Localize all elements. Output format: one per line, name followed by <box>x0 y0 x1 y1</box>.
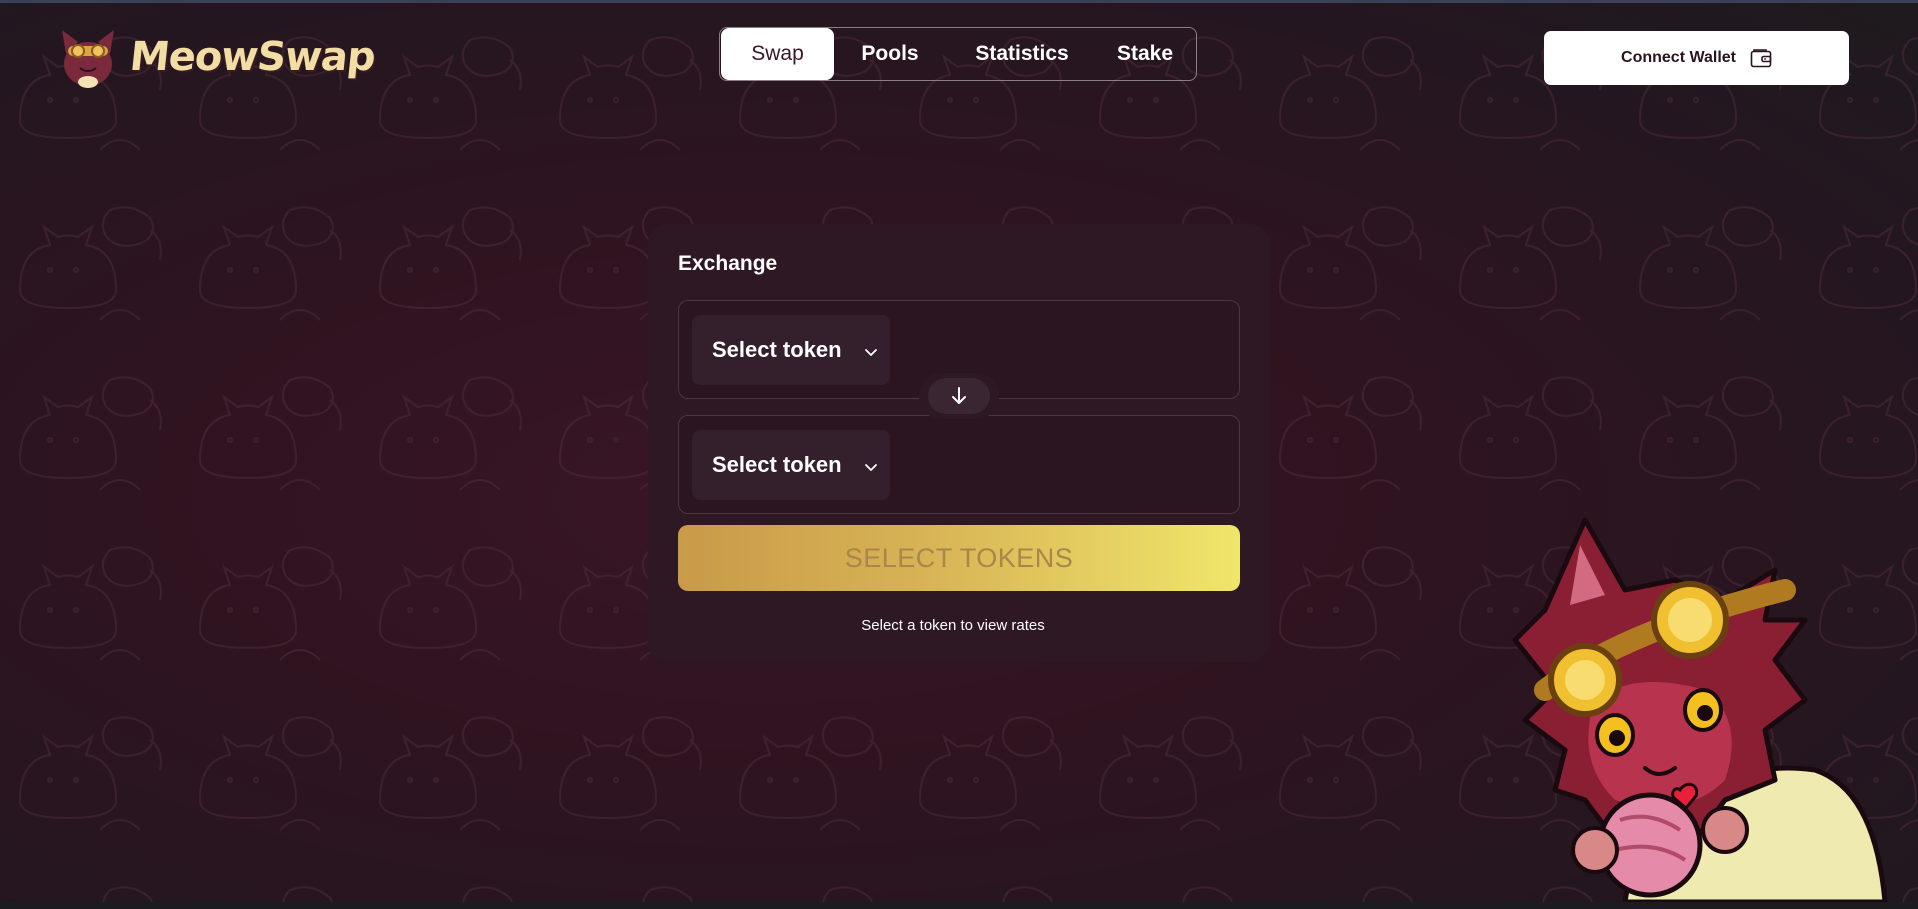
switch-direction-wrapper <box>919 373 999 419</box>
logo-text: MeowSwap <box>127 34 378 80</box>
wallet-icon <box>1750 49 1772 68</box>
exchange-card: Exchange Select token Select token SELEC… <box>648 224 1270 662</box>
chevron-down-icon <box>864 349 877 356</box>
tab-stake[interactable]: Stake <box>1098 28 1192 80</box>
switch-direction-button[interactable] <box>928 378 990 414</box>
to-select-token-button[interactable]: Select token <box>692 430 890 500</box>
exchange-title: Exchange <box>678 252 778 275</box>
tab-statistics[interactable]: Statistics <box>946 28 1098 80</box>
goggles-cat-mascot-illustration <box>1512 517 1888 902</box>
window-bottom-bar <box>0 902 1918 909</box>
select-tokens-button[interactable]: SELECT TOKENS <box>678 525 1240 591</box>
connect-wallet-button[interactable]: Connect Wallet <box>1544 31 1849 85</box>
rates-hint: Select a token to view rates <box>861 617 1045 634</box>
tab-pools[interactable]: Pools <box>834 28 946 80</box>
arrow-down-icon <box>952 387 966 404</box>
to-token-panel: Select token <box>678 415 1240 514</box>
tab-swap[interactable]: Swap <box>721 28 834 80</box>
main-nav: Swap Pools Statistics Stake <box>719 27 1197 81</box>
chevron-down-icon <box>864 464 877 471</box>
cat-mascot-logo-icon <box>62 30 114 88</box>
from-select-token-label: Select token <box>712 337 842 362</box>
from-select-token-button[interactable]: Select token <box>692 315 890 385</box>
window-top-border <box>0 0 1918 3</box>
logo[interactable]: MeowSwap <box>56 24 378 90</box>
connect-wallet-label: Connect Wallet <box>1621 49 1736 66</box>
to-select-token-label: Select token <box>712 452 842 477</box>
